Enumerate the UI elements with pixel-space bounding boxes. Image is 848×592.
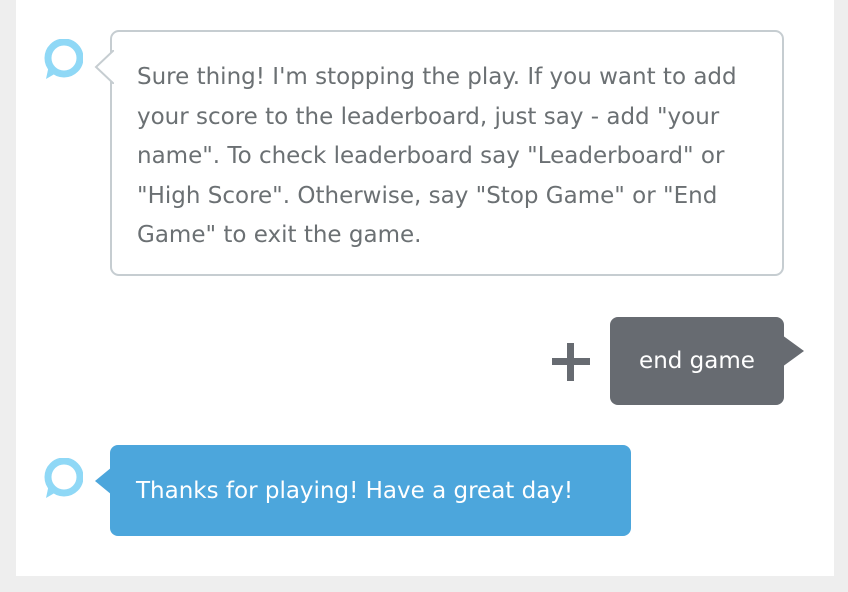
bubble-tail xyxy=(782,335,804,367)
alexa-message-bubble: Sure thing! I'm stopping the play. If yo… xyxy=(94,30,784,276)
alexa-ring-icon xyxy=(44,458,83,498)
user-message-bubble: end game xyxy=(610,317,804,405)
alexa-message-bubble-highlight: Thanks for playing! Have a great day! xyxy=(95,445,631,536)
conversation-panel: Sure thing! I'm stopping the play. If yo… xyxy=(16,0,834,576)
plus-icon[interactable] xyxy=(551,342,591,382)
alexa-message-text: Sure thing! I'm stopping the play. If yo… xyxy=(137,64,737,248)
alexa-message-text: Thanks for playing! Have a great day! xyxy=(136,477,574,504)
alexa-ring-icon xyxy=(44,39,83,79)
user-message-text: end game xyxy=(639,348,755,374)
bubble-tail xyxy=(95,467,112,495)
bubble-tail xyxy=(94,50,114,84)
